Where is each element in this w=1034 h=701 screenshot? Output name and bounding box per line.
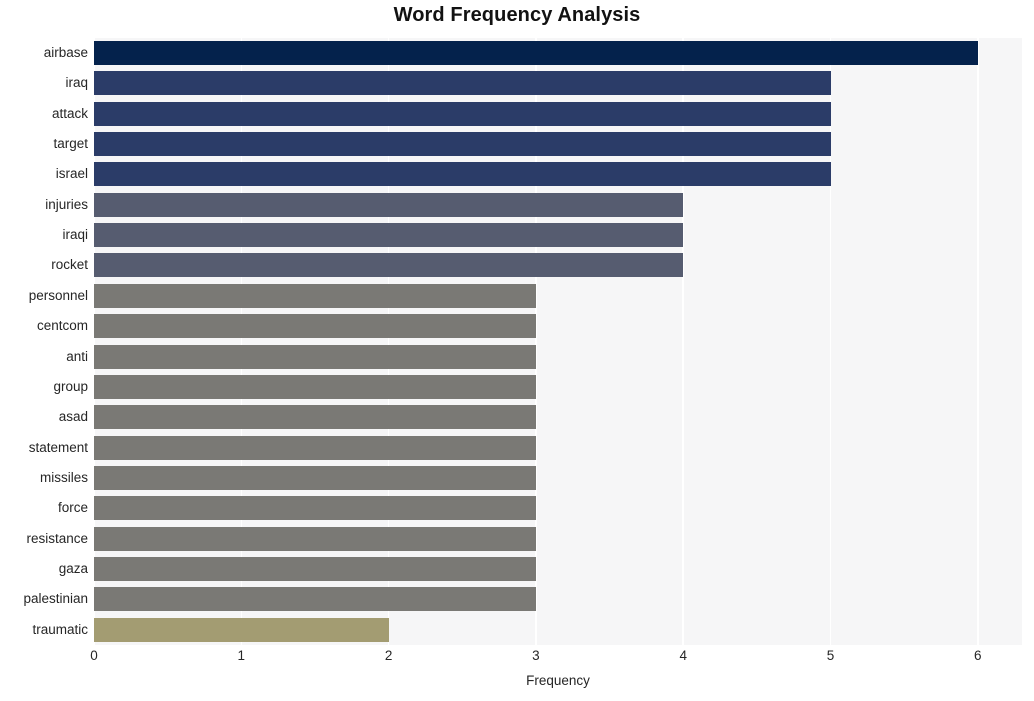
bar-group — [94, 374, 536, 399]
bar-row — [94, 250, 1022, 280]
y-tick-label-rocket: rocket — [51, 257, 88, 273]
bar-personnel — [94, 283, 536, 308]
chart-title: Word Frequency Analysis — [393, 4, 641, 26]
bar-statement — [94, 435, 536, 460]
x-axis-tick-labels: 0 1 2 3 4 5 6 — [0, 645, 1034, 671]
bar-row — [94, 281, 1022, 311]
x-axis-title: Frequency — [526, 673, 590, 688]
bar-iraqi — [94, 223, 684, 248]
y-tick-label-traumatic: traumatic — [32, 621, 88, 637]
bar-anti — [94, 344, 536, 369]
bar-traumatic — [94, 617, 389, 642]
x-tick-label-2: 2 — [384, 648, 393, 663]
bar-row — [94, 342, 1022, 372]
bar-row — [94, 524, 1022, 554]
y-tick-label-iraqi: iraqi — [62, 227, 88, 243]
plot-area — [94, 38, 1022, 645]
y-tick-label-statement: statement — [28, 439, 88, 455]
x-tick-label-4: 4 — [679, 648, 687, 663]
bar-gaza — [94, 556, 536, 581]
y-tick-label-missiles: missiles — [39, 469, 88, 485]
y-tick-label-personnel: personnel — [28, 287, 88, 303]
bar-row — [94, 433, 1022, 463]
bar-target — [94, 132, 831, 157]
bar-row — [94, 99, 1022, 129]
bar-airbase — [94, 41, 978, 66]
bar-row — [94, 402, 1022, 432]
bar-palestinian — [94, 587, 536, 612]
y-tick-label-injuries: injuries — [45, 196, 88, 212]
bar-iraq — [94, 71, 831, 96]
bar-attack — [94, 101, 831, 126]
word-frequency-chart: Word Frequency Analysis airbase iraq attac… — [0, 0, 1034, 701]
bar-israel — [94, 162, 831, 187]
x-tick-label-3: 3 — [532, 648, 540, 663]
y-tick-label-force: force — [57, 500, 88, 516]
bar-row — [94, 129, 1022, 159]
bar-row — [94, 615, 1022, 645]
y-tick-label-asad: asad — [58, 409, 88, 425]
y-axis-tick-labels: airbase iraq attack target israel injuries ira… — [0, 38, 88, 645]
y-tick-label-airbase: airbase — [43, 45, 88, 60]
bar-row — [94, 190, 1022, 220]
x-tick-label-1: 1 — [237, 648, 246, 663]
y-tick-label-attack: attack — [51, 105, 88, 121]
y-tick-label-israel: israel — [55, 166, 88, 182]
bar-row — [94, 220, 1022, 250]
bar-rocket — [94, 253, 684, 278]
y-tick-label-palestinian: palestinian — [23, 591, 88, 607]
bar-row — [94, 38, 1022, 68]
x-tick-label-5: 5 — [826, 648, 835, 663]
bar-row — [94, 493, 1022, 523]
bar-missiles — [94, 465, 536, 490]
y-tick-label-anti: anti — [66, 348, 88, 364]
y-tick-label-centcom: centcom — [36, 318, 88, 334]
y-tick-label-iraq: iraq — [65, 75, 88, 91]
bar-row — [94, 68, 1022, 98]
x-tick-label-6: 6 — [974, 648, 982, 663]
bar-row — [94, 311, 1022, 341]
bar-row — [94, 159, 1022, 189]
y-tick-label-resistance: resistance — [26, 530, 88, 546]
bar-asad — [94, 405, 536, 430]
y-tick-label-gaza: gaza — [58, 560, 88, 576]
bar-row — [94, 554, 1022, 584]
bar-injuries — [94, 192, 684, 217]
y-tick-label-group: group — [53, 378, 88, 394]
bar-row — [94, 463, 1022, 493]
x-tick-label-0: 0 — [90, 648, 98, 663]
bar-row — [94, 372, 1022, 402]
bar-centcom — [94, 314, 536, 339]
bar-resistance — [94, 526, 536, 551]
bar-force — [94, 496, 536, 521]
bar-row — [94, 584, 1022, 614]
y-tick-label-target: target — [53, 136, 88, 152]
